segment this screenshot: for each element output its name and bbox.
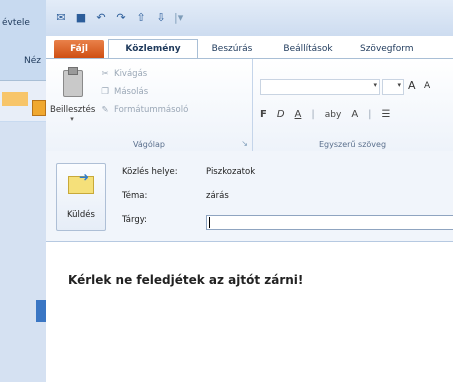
chevron-down-icon: ▾ [397, 81, 401, 89]
topic-value: zárás [206, 191, 229, 201]
message-area: ➜ Küldés Közlés helye: Piszkozatok Téma:… [46, 151, 453, 382]
background-orange-tab [32, 100, 46, 116]
background-window: évtele Néz [0, 0, 47, 382]
format-row: F D A | aby A | ☰ [260, 109, 391, 120]
quick-access-toolbar: ✉ ■ ↶ ↷ ⇧ ⇩ |▾ [54, 10, 183, 24]
format-painter-label: Formátummásoló [114, 105, 189, 115]
title-bar: ✉ ■ ↶ ↷ ⇧ ⇩ |▾ [46, 0, 453, 36]
font-color-button[interactable]: A [351, 109, 358, 120]
tab-settings[interactable]: Beállítások [272, 40, 344, 58]
paste-button[interactable]: Beillesztés ▾ [50, 67, 96, 131]
underline-button[interactable]: A [295, 109, 302, 120]
separator: | [311, 109, 315, 120]
format-painter-button[interactable]: ✎ Formátummásoló [100, 105, 188, 115]
up-arrow-icon[interactable]: ⇧ [134, 10, 148, 24]
customize-icon[interactable]: |▾ [174, 11, 183, 24]
outlook-icon[interactable]: ✉ [54, 10, 68, 24]
clipboard-group-label: Vágólap [133, 140, 165, 149]
down-arrow-icon[interactable]: ⇩ [154, 10, 168, 24]
scissors-icon: ✂ [101, 69, 109, 79]
font-size-select[interactable]: ▾ [382, 79, 404, 95]
basic-text-group: ▾ ▾ A A F D A | aby A | ☰ Egyszerű szöve… [252, 59, 453, 151]
location-label: Közlés helye: [122, 167, 178, 177]
chevron-down-icon: ▾ [70, 115, 74, 123]
send-icon: ➜ [68, 171, 94, 194]
clipboard-icon [61, 67, 83, 97]
bold-button[interactable]: F [260, 109, 267, 120]
bullets-icon[interactable]: ☰ [382, 109, 391, 120]
copy-label: Másolás [114, 87, 149, 97]
subject-label: Tárgy: [122, 215, 148, 225]
compose-window: ✉ ■ ↶ ↷ ⇧ ⇩ |▾ Fájl Közlemény Beszúrás B… [46, 0, 453, 382]
cut-button[interactable]: ✂ Kivágás [100, 69, 147, 79]
ribbon: Beillesztés ▾ ✂ Kivágás ❐ Másolás ✎ Form… [46, 58, 453, 152]
separator: | [368, 109, 372, 120]
message-header: ➜ Küldés Közlés helye: Piszkozatok Téma:… [46, 151, 453, 242]
copy-button[interactable]: ❐ Másolás [100, 87, 148, 97]
tab-insert[interactable]: Beszúrás [202, 40, 262, 58]
grow-font-button[interactable]: A [408, 79, 416, 92]
undo-icon[interactable]: ↶ [94, 10, 108, 24]
basic-text-group-label: Egyszerű szöveg [318, 140, 387, 149]
send-button[interactable]: ➜ Küldés [56, 163, 106, 231]
ribbon-tabs: Fájl Közlemény Beszúrás Beállítások Szöv… [46, 36, 453, 58]
subject-input[interactable] [206, 215, 453, 230]
save-icon[interactable]: ■ [74, 10, 88, 24]
font-name-select[interactable]: ▾ [260, 79, 380, 95]
chevron-down-icon: ▾ [373, 81, 377, 89]
italic-button[interactable]: D [277, 109, 285, 120]
background-window-tab[interactable]: Néz [24, 56, 41, 66]
tab-file[interactable]: Fájl [54, 40, 104, 58]
location-value: Piszkozatok [206, 167, 256, 177]
copy-icon: ❐ [101, 87, 109, 97]
tab-format[interactable]: Szövegform [360, 40, 453, 58]
shrink-font-button[interactable]: A [424, 81, 430, 91]
cut-label: Kivágás [114, 69, 148, 79]
background-selection [36, 300, 46, 322]
dialog-launcher-icon[interactable]: ↘ [241, 139, 248, 148]
tab-message[interactable]: Közlemény [108, 39, 198, 58]
background-tab-highlight [2, 92, 28, 106]
redo-icon[interactable]: ↷ [114, 10, 128, 24]
paste-label: Beillesztés [50, 105, 96, 115]
text-caret [209, 217, 210, 228]
topic-label: Téma: [122, 191, 148, 201]
message-body-text[interactable]: Kérlek ne feledjétek az ajtót zárni! [68, 273, 303, 287]
background-window-title: évtele [2, 18, 30, 28]
clipboard-group: Beillesztés ▾ ✂ Kivágás ❐ Másolás ✎ Form… [46, 59, 253, 151]
brush-icon: ✎ [101, 105, 109, 115]
highlight-button[interactable]: aby [325, 110, 342, 120]
background-pane [0, 122, 46, 382]
send-label: Küldés [67, 210, 95, 220]
